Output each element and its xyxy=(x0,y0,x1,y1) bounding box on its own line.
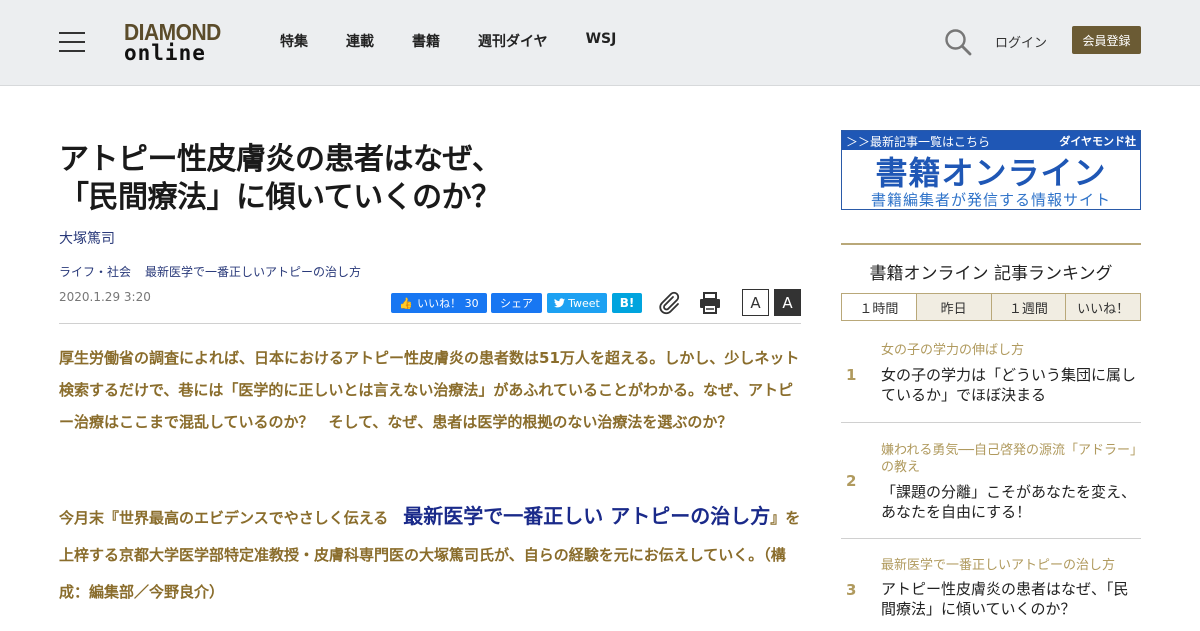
nav-books[interactable]: 書籍 xyxy=(412,31,440,51)
site-logo[interactable]: DIAMOND online xyxy=(124,20,228,66)
nav-series[interactable]: 連載 xyxy=(346,31,374,51)
ranking-number: 3 xyxy=(846,581,857,599)
divider xyxy=(59,323,801,324)
ranking-item[interactable]: 女の子の学力の伸ばし方 1 女の子の学力は「どういう集団に属しているか」でほぼ決… xyxy=(841,337,1141,423)
nav-feature[interactable]: 特集 xyxy=(280,31,308,51)
intro-text-a: 今月末『世界最高のエビデンスでやさしく伝える xyxy=(59,509,404,527)
nav-weekly[interactable]: 週刊ダイヤ xyxy=(478,31,548,51)
thumbs-up-icon: 👍 xyxy=(399,296,414,310)
article-intro: 今月末『世界最高のエビデンスでやさしく伝える 最新医学で一番正しい アトピーの治… xyxy=(59,498,804,611)
tab-1hour[interactable]: １時間 xyxy=(842,294,916,320)
login-link[interactable]: ログイン xyxy=(995,32,1047,51)
article-title: アトピー性皮膚炎の患者はなぜ、 「民間療法」に傾いていくのか？ xyxy=(59,141,619,217)
ranking-title: 書籍オンライン 記事ランキング xyxy=(869,264,1113,284)
ranking-number: 1 xyxy=(846,366,857,384)
font-size-small-button[interactable]: A xyxy=(742,289,769,316)
tab-1week[interactable]: １週間 xyxy=(990,294,1066,320)
article-lead: 厚生労働省の調査によれば、日本におけるアトピー性皮膚炎の患者数は51万人を超える… xyxy=(59,349,800,431)
ranking-category: 最新医学で一番正しいアトピーの治し方 xyxy=(881,558,1116,573)
ranking-item[interactable]: 嫌われる勇気──自己啓発の源流「アドラー」の教え 2 「課題の分離」こそがあなた… xyxy=(841,423,1141,539)
tag-series[interactable]: 最新医学で一番正しいアトピーの治し方 xyxy=(145,263,361,280)
tweet-button[interactable]: Tweet xyxy=(547,293,607,313)
title-line2: 「民間療法」に傾いていくのか？ xyxy=(59,180,501,215)
menu-icon[interactable] xyxy=(59,32,85,52)
ranking-box: 書籍オンライン 記事ランキング １時間 昨日 １週間 いいね！ 女の子の学力の伸… xyxy=(841,243,1141,630)
facebook-like-button[interactable]: 👍 いいね！ 30 xyxy=(391,293,487,313)
banner-title: 書籍オンライン xyxy=(875,154,1107,192)
paperclip-icon[interactable] xyxy=(657,291,681,315)
book-title-link[interactable]: 最新医学で一番正しい アトピーの治し方 xyxy=(403,504,770,528)
tab-likes[interactable]: いいね！ xyxy=(1065,294,1140,320)
nav-wsj[interactable]: WSJ xyxy=(586,31,617,51)
ranking-number: 2 xyxy=(846,472,857,490)
like-label: いいね！ 30 xyxy=(417,297,479,310)
facebook-share-button[interactable]: シェア xyxy=(491,293,542,313)
banner-subtitle: 書籍編集者が発信する情報サイト xyxy=(870,191,1111,209)
print-icon[interactable] xyxy=(698,291,722,315)
search-icon[interactable] xyxy=(944,28,972,56)
ranking-headline: アトピー性皮膚炎の患者はなぜ、「民間療法」に傾いていくのか？ xyxy=(881,580,1129,618)
title-line1: アトピー性皮膚炎の患者はなぜ、 xyxy=(59,142,502,177)
logo-line2: online xyxy=(124,41,206,65)
ranking-category: 嫌われる勇気──自己啓発の源流「アドラー」の教え xyxy=(881,443,1137,475)
site-header: DIAMOND online 特集 連載 書籍 週刊ダイヤ WSJ ログイン 会… xyxy=(0,0,1200,86)
books-online-banner[interactable]: ＞＞最新記事一覧はこちら ダイヤモンド社 書籍オンライン 書籍編集者が発信する情… xyxy=(841,130,1141,210)
author-link[interactable]: 大塚篤司 xyxy=(59,228,115,248)
hatena-bookmark-button[interactable]: B! xyxy=(612,293,642,313)
ranking-headline: 女の子の学力は「どういう集団に属しているか」でほぼ決まる xyxy=(881,366,1137,404)
banner-publisher: ダイヤモンド社 xyxy=(1059,135,1136,148)
register-button[interactable]: 会員登録 xyxy=(1072,26,1141,54)
article-tags: ライフ・社会 最新医学で一番正しいアトピーの治し方 xyxy=(59,263,375,280)
ranking-item[interactable]: 最新医学で一番正しいアトピーの治し方 3 アトピー性皮膚炎の患者はなぜ、「民間療… xyxy=(841,539,1141,631)
tag-category[interactable]: ライフ・社会 xyxy=(59,263,131,280)
twitter-bird-icon xyxy=(554,298,566,308)
tweet-label: Tweet xyxy=(568,296,600,310)
ranking-headline: 「課題の分離」こそがあなたを変え、あなたを自由にする！ xyxy=(881,483,1137,521)
font-size-large-button[interactable]: A xyxy=(774,289,801,316)
publish-date: 2020.1.29 3:20 xyxy=(59,290,151,304)
ranking-category: 女の子の学力の伸ばし方 xyxy=(881,343,1025,358)
ranking-tabs: １時間 昨日 １週間 いいね！ xyxy=(841,293,1141,321)
tab-yesterday[interactable]: 昨日 xyxy=(915,294,991,320)
main-nav: 特集 連載 書籍 週刊ダイヤ WSJ xyxy=(280,31,654,51)
